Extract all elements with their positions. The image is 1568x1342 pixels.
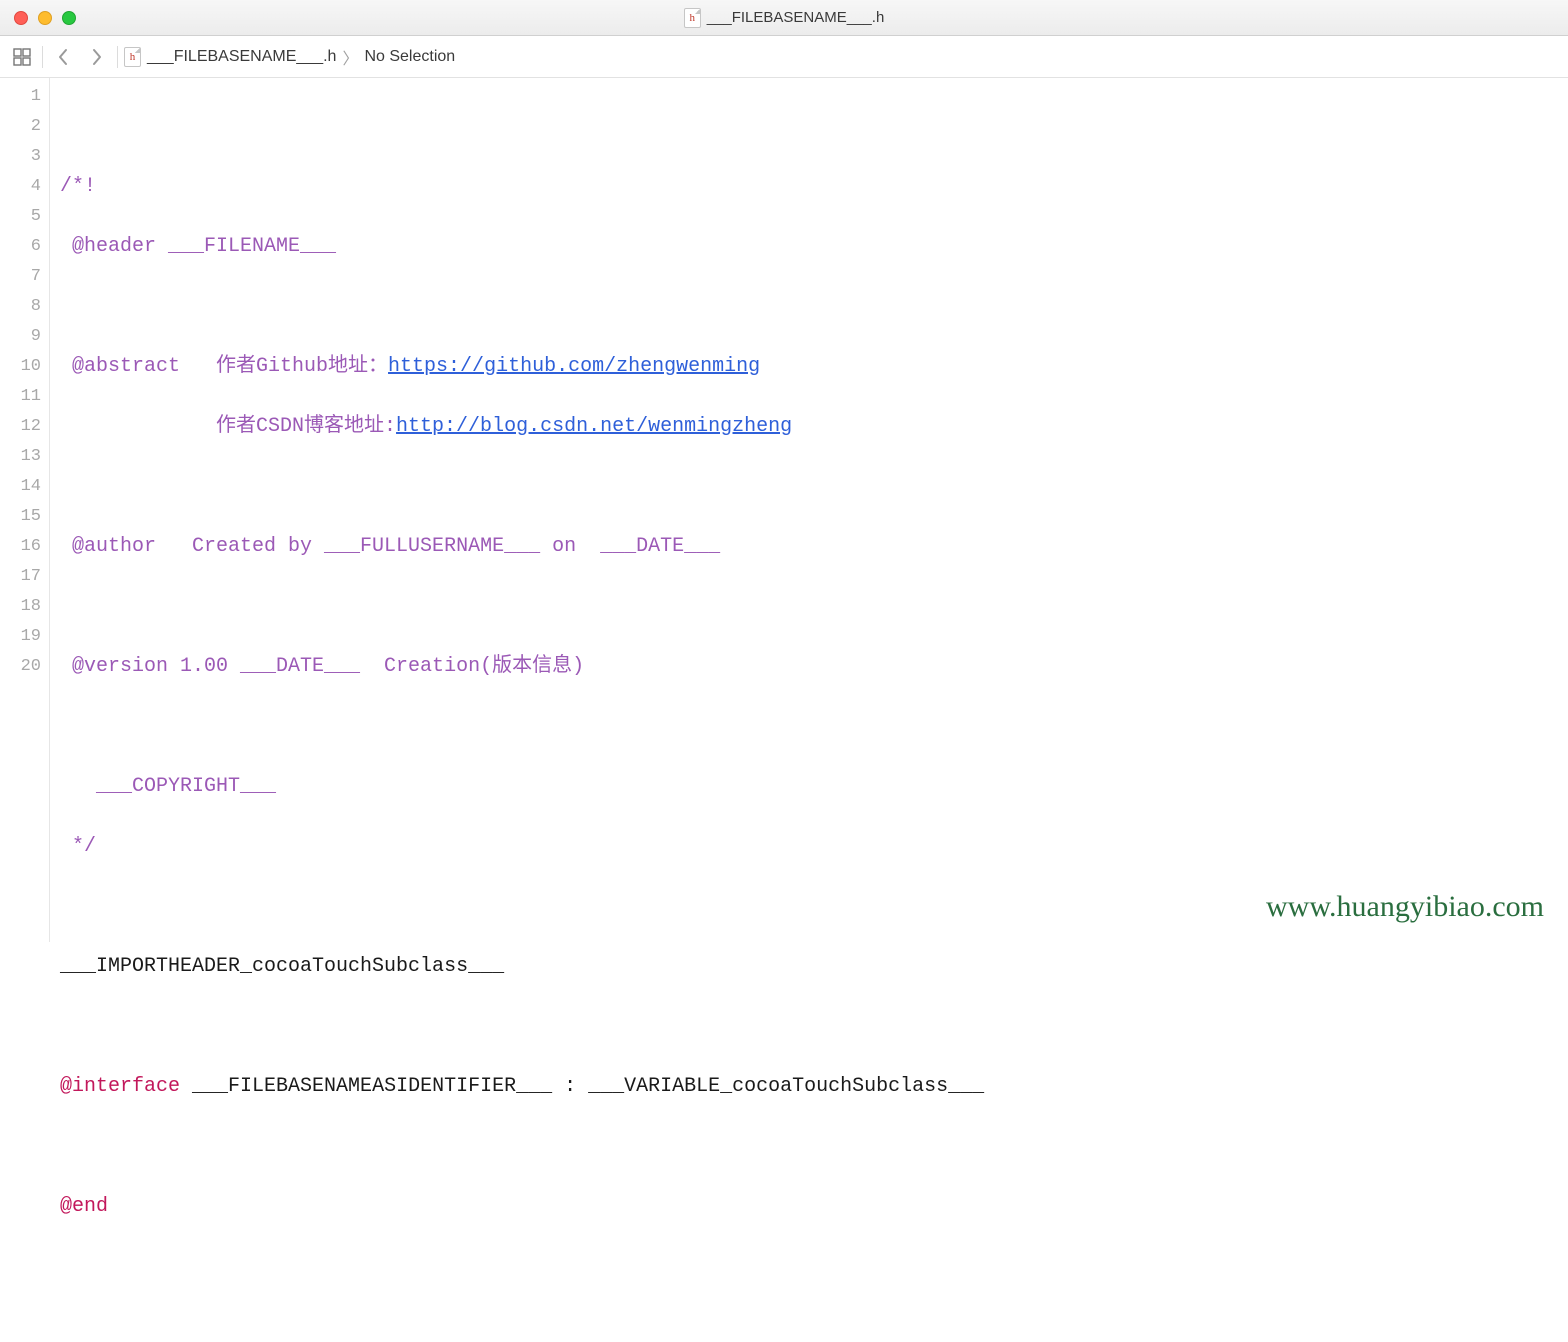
code-line: ___COPYRIGHT___ bbox=[60, 772, 1568, 802]
header-file-icon: h bbox=[684, 8, 701, 28]
line-number: 2 bbox=[0, 112, 41, 142]
close-window-button[interactable] bbox=[14, 11, 28, 25]
code-line: 作者CSDN博客地址:http://blog.csdn.net/wenmingz… bbox=[60, 412, 1568, 442]
code-line bbox=[60, 592, 1568, 622]
separator bbox=[42, 46, 43, 68]
code-line: @end bbox=[60, 1192, 1568, 1222]
code-line bbox=[60, 1252, 1568, 1282]
separator bbox=[117, 46, 118, 68]
line-number: 6 bbox=[0, 232, 41, 262]
jump-bar: h ___FILEBASENAME___.h 〉 No Selection bbox=[0, 36, 1568, 78]
chevron-right-icon: 〉 bbox=[342, 45, 358, 69]
code-line bbox=[60, 712, 1568, 742]
watermark: www.huangyibiao.com bbox=[1266, 890, 1544, 924]
line-number: 8 bbox=[0, 292, 41, 322]
header-file-icon: h bbox=[124, 47, 141, 67]
window-title: h ___FILEBASENAME___.h bbox=[0, 8, 1568, 28]
nav-forward-button[interactable] bbox=[83, 43, 111, 71]
breadcrumb[interactable]: h ___FILEBASENAME___.h 〉 No Selection bbox=[124, 45, 455, 69]
line-number: 10 bbox=[0, 352, 41, 382]
traffic-lights bbox=[0, 11, 76, 25]
line-number: 12 bbox=[0, 412, 41, 442]
window-title-text: ___FILEBASENAME___.h bbox=[707, 9, 885, 26]
line-number: 18 bbox=[0, 592, 41, 622]
line-number-gutter: 1 2 3 4 5 6 7 8 9 10 11 12 13 14 15 16 1… bbox=[0, 78, 50, 942]
code-line: @version 1.00 ___DATE___ Creation(版本信息) bbox=[60, 652, 1568, 682]
zoom-window-button[interactable] bbox=[62, 11, 76, 25]
code-line: /*! bbox=[60, 172, 1568, 202]
line-number: 4 bbox=[0, 172, 41, 202]
code-line bbox=[60, 112, 1568, 142]
line-number: 20 bbox=[0, 652, 41, 682]
code-line: */ bbox=[60, 832, 1568, 862]
code-line bbox=[60, 472, 1568, 502]
line-number: 5 bbox=[0, 202, 41, 232]
nav-back-button[interactable] bbox=[49, 43, 77, 71]
line-number: 11 bbox=[0, 382, 41, 412]
code-line bbox=[60, 1132, 1568, 1162]
code-line: @author Created by ___FULLUSERNAME___ on… bbox=[60, 532, 1568, 562]
code-line bbox=[60, 1012, 1568, 1042]
line-number: 9 bbox=[0, 322, 41, 352]
related-items-button[interactable] bbox=[8, 43, 36, 71]
line-number: 19 bbox=[0, 622, 41, 652]
code-area[interactable]: /*! @header ___FILENAME___ @abstract 作者G… bbox=[50, 78, 1568, 942]
code-line: @interface ___FILEBASENAMEASIDENTIFIER__… bbox=[60, 1072, 1568, 1102]
line-number: 14 bbox=[0, 472, 41, 502]
csdn-link[interactable]: http://blog.csdn.net/wenmingzheng bbox=[396, 415, 792, 438]
line-number: 13 bbox=[0, 442, 41, 472]
code-line bbox=[60, 292, 1568, 322]
line-number: 16 bbox=[0, 532, 41, 562]
github-link[interactable]: https://github.com/zhengwenming bbox=[388, 355, 760, 378]
line-number: 7 bbox=[0, 262, 41, 292]
breadcrumb-selection: No Selection bbox=[364, 48, 455, 66]
code-editor[interactable]: 1 2 3 4 5 6 7 8 9 10 11 12 13 14 15 16 1… bbox=[0, 78, 1568, 942]
breadcrumb-file: ___FILEBASENAME___.h bbox=[147, 48, 336, 66]
line-number: 1 bbox=[0, 82, 41, 112]
code-line: @header ___FILENAME___ bbox=[60, 232, 1568, 262]
minimize-window-button[interactable] bbox=[38, 11, 52, 25]
line-number: 3 bbox=[0, 142, 41, 172]
line-number: 17 bbox=[0, 562, 41, 592]
titlebar: h ___FILEBASENAME___.h bbox=[0, 0, 1568, 36]
code-line: @abstract 作者Github地址：https://github.com/… bbox=[60, 352, 1568, 382]
line-number: 15 bbox=[0, 502, 41, 532]
code-line: ___IMPORTHEADER_cocoaTouchSubclass___ bbox=[60, 952, 1568, 982]
